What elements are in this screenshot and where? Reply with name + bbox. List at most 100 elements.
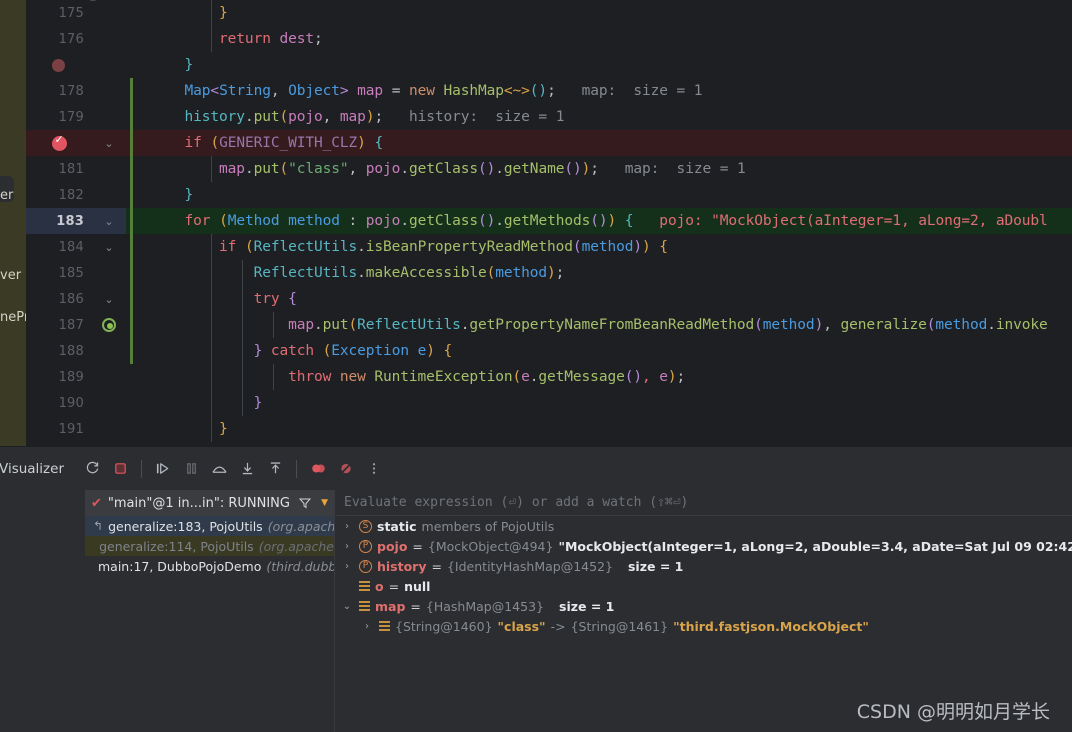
code-editor[interactable]: 174 dest.put(generalize(obj.getKey(), hi… <box>26 0 1072 446</box>
code-line-178[interactable]: 178 Map < String, Object > map = new HashMa… <box>26 78 1072 104</box>
code-line-176[interactable]: 176 return dest; <box>26 26 1072 52</box>
fold-toggle[interactable]: ⌄ <box>92 286 126 312</box>
left-strip-fragment-1: ver <box>0 268 22 283</box>
coverage-indicator <box>130 260 133 286</box>
variable-suffix: members of PojoUtils <box>421 518 555 534</box>
code-line-187[interactable]: 187 map. put(ReflectUtils. getPropertyName… <box>26 312 1072 338</box>
code-content: } <box>253 395 263 411</box>
coverage-indicator <box>130 286 133 312</box>
code-line-191[interactable]: 191 } <box>26 416 1072 442</box>
variable-row-map[interactable]: ⌄ map = {HashMap@1453} size = 1 <box>336 596 1072 616</box>
static-icon: S <box>359 519 372 533</box>
rerun-button[interactable] <box>78 455 106 483</box>
check-icon: ✔ <box>91 495 102 511</box>
variable-row-pojo[interactable]: › P pojo = {MockObject@494} "MockObject(… <box>336 536 1072 556</box>
stop-icon <box>114 463 126 474</box>
coverage-indicator <box>130 26 133 52</box>
stop-button[interactable] <box>106 455 134 483</box>
line-number: 175 <box>58 5 84 21</box>
code-content: return dest; <box>219 31 323 47</box>
frame-row-0[interactable]: ↰ generalize:183, PojoUtils (org.apache <box>85 516 334 536</box>
pause-button[interactable] <box>177 455 205 483</box>
caret-down-icon[interactable]: ▼ <box>321 498 328 508</box>
thread-status-label: "main"@1 in...in": RUNNING <box>107 495 290 511</box>
code-line-184[interactable]: 184 ⌄ if (ReflectUtils. isBeanPropertyRea… <box>26 234 1072 260</box>
code-content: for (Method method : pojo. getClass(). get… <box>184 213 1048 229</box>
code-line-180[interactable]: ⌄ if (GENERIC_WITH_CLZ) { <box>26 130 1072 156</box>
step-out-button[interactable] <box>261 455 289 483</box>
line-number: 188 <box>58 343 84 359</box>
variable-name: history <box>377 558 427 574</box>
visualizer-tab[interactable]: Visualizer <box>0 461 64 477</box>
chevron-right-icon[interactable]: › <box>360 621 374 632</box>
view-breakpoints-button[interactable] <box>304 455 332 483</box>
fold-toggle[interactable]: ⌄ <box>92 208 126 234</box>
line-number: 184 <box>58 239 84 255</box>
line-number: 183 <box>56 213 84 229</box>
funnel-icon[interactable] <box>298 494 312 513</box>
code-line-189[interactable]: 189 throw new RuntimeException(e. getMess… <box>26 364 1072 390</box>
frame-row-2[interactable]: main:17, DubboPojoDemo (third.dubb <box>85 556 334 576</box>
kebab-menu-icon <box>372 463 376 474</box>
variable-equals: = <box>410 598 421 614</box>
variable-equals: = <box>388 578 400 594</box>
code-line-181[interactable]: 181 map. put("class", pojo. getClass(). get… <box>26 156 1072 182</box>
code-line-177[interactable]: } <box>26 52 1072 78</box>
coverage-indicator <box>130 364 133 390</box>
entry-value: "third.fastjson.MockObject" <box>673 618 869 634</box>
evaluate-placeholder: Evaluate expression (⏎) or add a watch (… <box>344 495 689 510</box>
chevron-right-icon[interactable]: › <box>340 521 354 532</box>
evaluate-expression-input[interactable]: Evaluate expression (⏎) or add a watch (… <box>336 490 1072 516</box>
variable-row-o[interactable]: o = null <box>336 576 1072 596</box>
fold-toggle[interactable]: ⌄ <box>92 234 126 260</box>
coverage-indicator <box>130 312 133 338</box>
code-content: } <box>219 5 228 21</box>
step-into-button[interactable] <box>233 455 261 483</box>
chevron-down-icon: ⌄ <box>104 240 114 254</box>
toolbar-divider <box>141 459 142 478</box>
thread-selector[interactable]: ✔ "main"@1 in...in": RUNNING ▼ <box>85 490 334 516</box>
code-content: ReflectUtils. makeAccessible(method); <box>253 265 565 281</box>
current-frame-icon: ↰ <box>93 519 104 533</box>
frame-location: main:17, DubboPojoDemo <box>98 558 262 574</box>
code-content: Map < String, Object > map = new HashMap <~>… <box>184 83 703 99</box>
code-line-186[interactable]: 186 ⌄ try { <box>26 286 1072 312</box>
frame-row-1[interactable]: generalize:114, PojoUtils (org.apache <box>85 536 334 556</box>
line-number: 176 <box>58 31 84 47</box>
entry-key-ref: {String@1460} <box>395 618 493 634</box>
coverage-indicator <box>130 182 133 208</box>
mute-breakpoints-button[interactable] <box>332 455 360 483</box>
line-number: 189 <box>58 369 84 385</box>
mute-breakpoints-icon <box>341 463 351 474</box>
local-variable-icon <box>359 600 370 612</box>
coverage-indicator <box>130 338 133 364</box>
code-line-188[interactable]: 188 } catch (Exception e) { <box>26 338 1072 364</box>
variable-row-map-entry[interactable]: › {String@1460} "class" -> {String@1461}… <box>336 616 1072 636</box>
resume-icon <box>156 463 168 474</box>
variable-row-static[interactable]: › S static members of PojoUtils <box>336 516 1072 536</box>
code-line-190[interactable]: 190 } <box>26 390 1072 416</box>
code-line-183[interactable]: 183 ⌄ for (Method method : pojo. getClass… <box>26 208 1072 234</box>
line-number: 181 <box>58 161 84 177</box>
breakpoint-icon[interactable] <box>51 58 65 72</box>
line-number: 179 <box>58 109 84 125</box>
code-line-175[interactable]: 175 } <box>26 0 1072 26</box>
step-over-button[interactable] <box>205 455 233 483</box>
resume-button[interactable] <box>149 455 177 483</box>
run-to-cursor-gutter[interactable] <box>92 312 126 338</box>
code-line-185[interactable]: 185 ReflectUtils. makeAccessible(method); <box>26 260 1072 286</box>
chevron-right-icon[interactable]: › <box>340 561 354 572</box>
debug-panel: dubbo.commo dubbo.commo } @1,208 in gro … <box>0 490 1072 732</box>
code-line-182[interactable]: 182 } <box>26 182 1072 208</box>
fold-toggle[interactable]: ⌄ <box>92 130 126 156</box>
line-number: 182 <box>58 187 84 203</box>
variable-ref: {IdentityHashMap@1452} <box>446 558 613 574</box>
chevron-down-icon[interactable]: ⌄ <box>340 601 354 612</box>
chevron-right-icon[interactable]: › <box>340 541 354 552</box>
coverage-indicator <box>130 416 133 442</box>
breakpoint-verified-icon[interactable] <box>51 133 67 151</box>
code-line-179[interactable]: 179 history. put(pojo, map); history: siz… <box>26 104 1072 130</box>
run-icon[interactable] <box>102 318 116 332</box>
more-options-button[interactable] <box>360 455 388 483</box>
variable-row-history[interactable]: › P history = {IdentityHashMap@1452} siz… <box>336 556 1072 576</box>
